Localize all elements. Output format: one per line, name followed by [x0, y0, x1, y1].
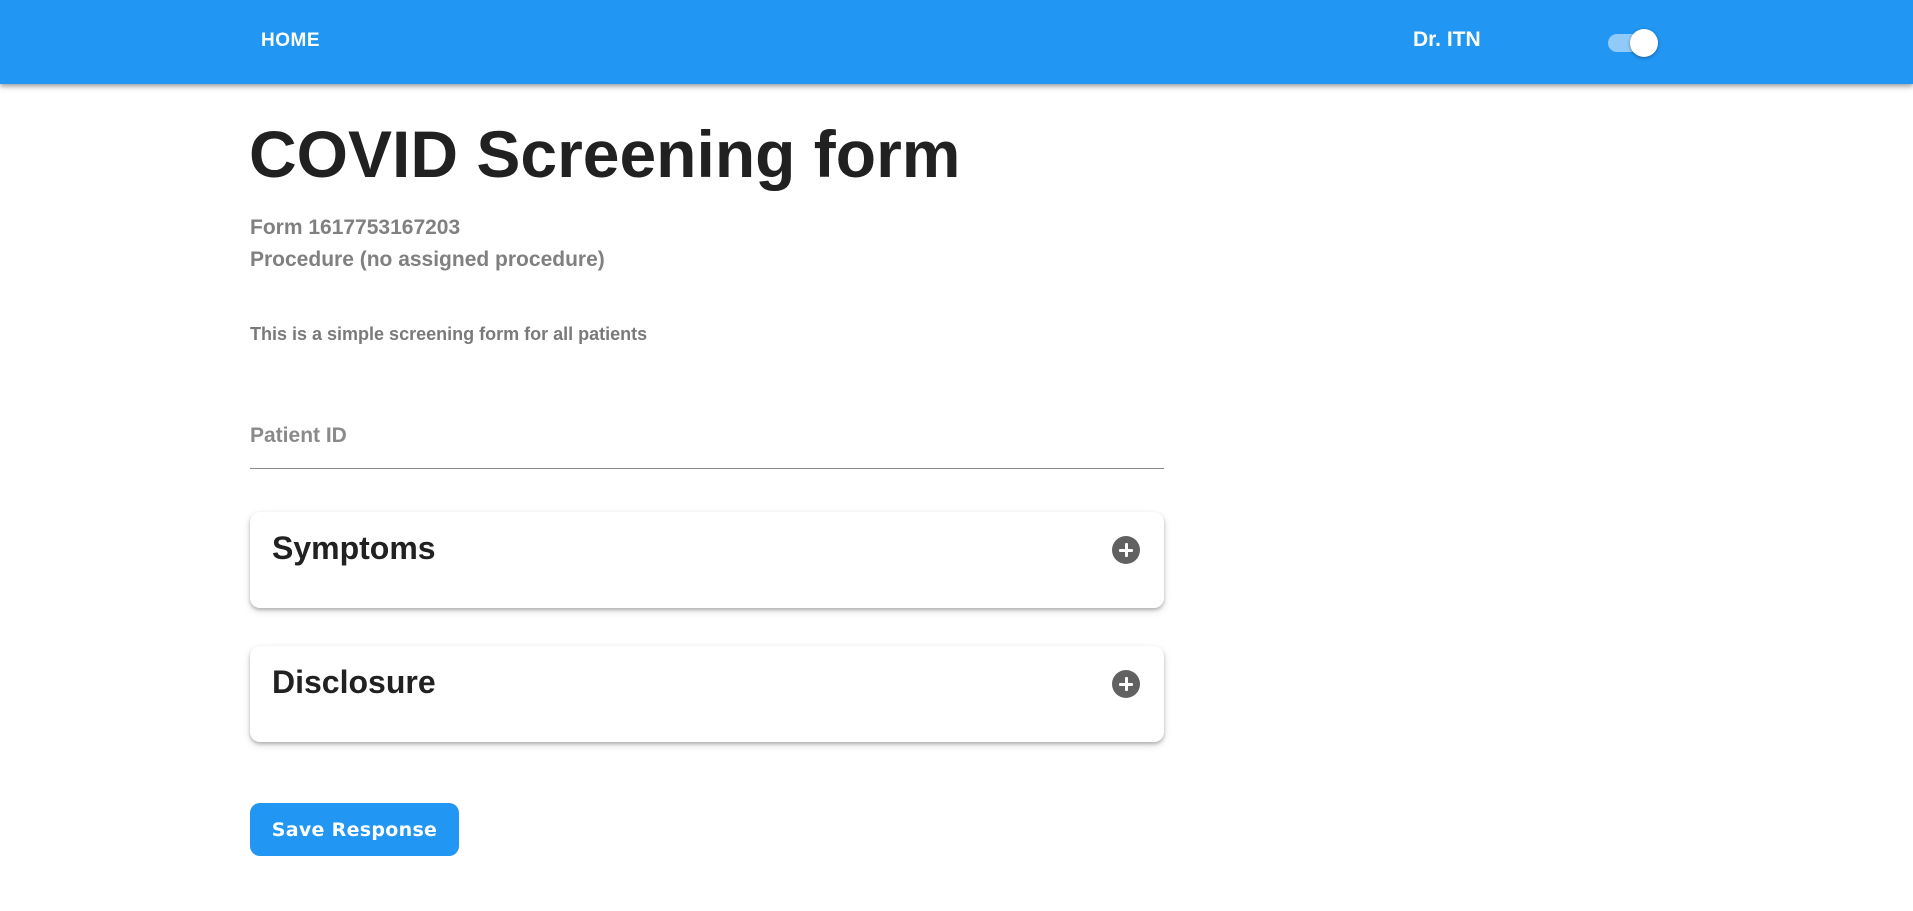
patient-id-field: [250, 410, 1164, 469]
user-name: Dr. ITN: [1413, 28, 1481, 51]
top-navigation-bar: HOME Dr. ITN: [0, 0, 1913, 84]
form-id-label: Form 1617753167203: [250, 216, 461, 239]
theme-toggle[interactable]: [1607, 29, 1659, 57]
form-description: This is a simple screening form for all …: [250, 324, 648, 344]
procedure-label: Procedure (no assigned procedure): [250, 248, 605, 271]
home-link[interactable]: HOME: [261, 30, 320, 52]
save-response-button[interactable]: Save Response: [250, 803, 459, 856]
toggle-thumb: [1630, 29, 1658, 57]
add-circle-icon[interactable]: [1112, 536, 1140, 564]
disclosure-section-title: Disclosure: [272, 664, 436, 700]
symptoms-section-card[interactable]: Symptoms: [250, 512, 1164, 608]
page-title: COVID Screening form: [249, 117, 961, 191]
disclosure-section-card[interactable]: Disclosure: [250, 646, 1164, 742]
symptoms-section-title: Symptoms: [272, 530, 436, 566]
add-circle-icon[interactable]: [1112, 670, 1140, 698]
patient-id-input[interactable]: [250, 418, 1164, 454]
